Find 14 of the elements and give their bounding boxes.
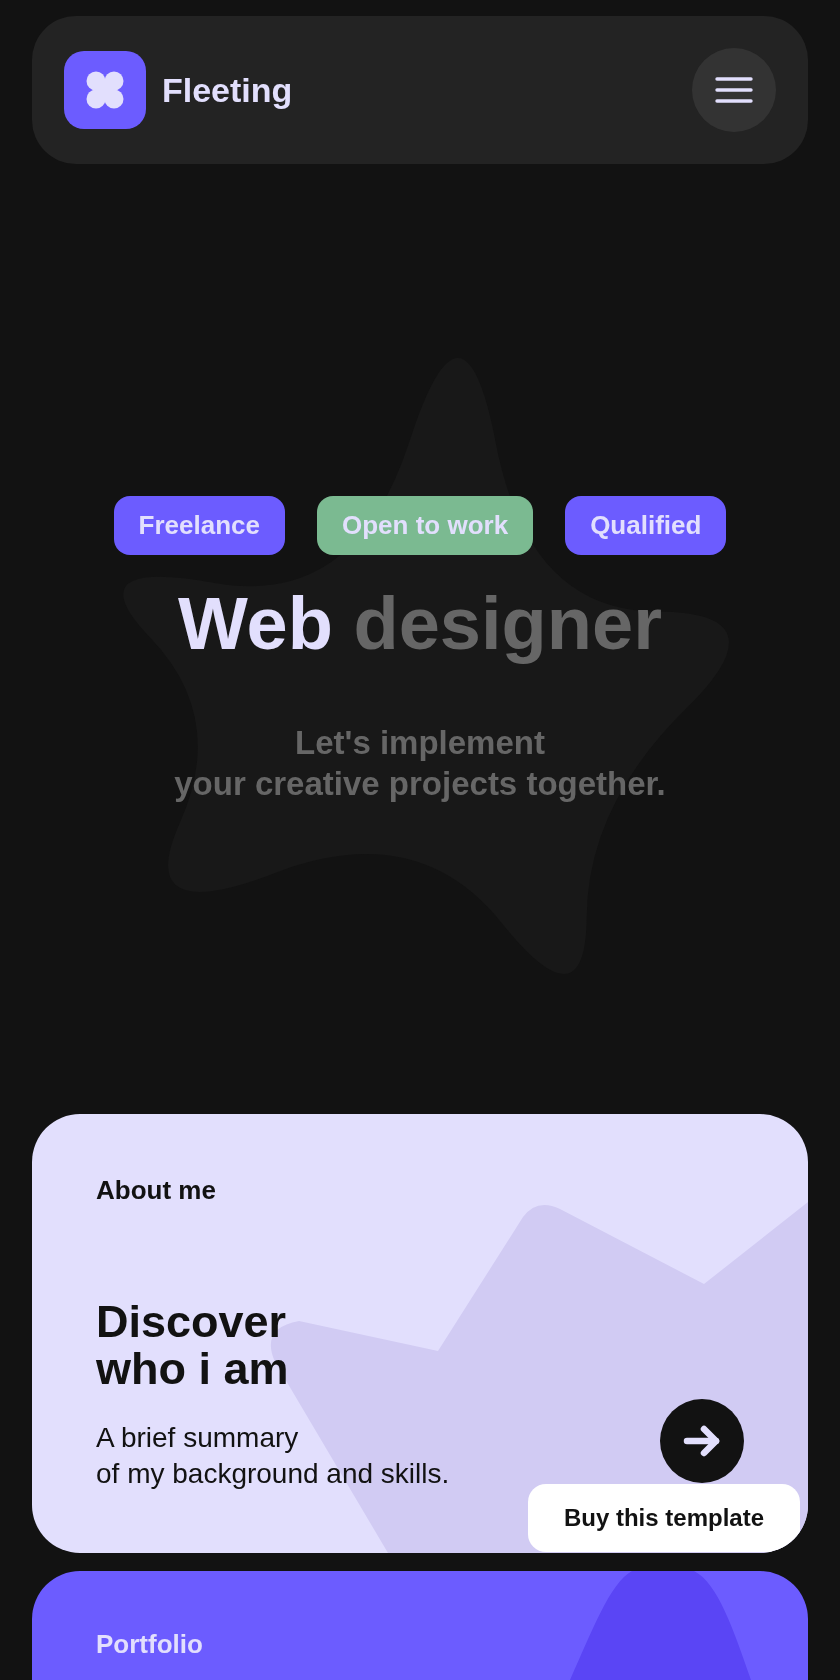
- hero-title: Web designer: [178, 582, 662, 666]
- tag-badge: Open to work: [317, 496, 534, 555]
- brand-name[interactable]: Fleeting: [162, 70, 293, 110]
- buy-template-button[interactable]: Buy this template: [527, 1484, 800, 1552]
- section-label: Portfolio: [96, 1629, 204, 1659]
- card-summary: A brief summary of my background and skills.: [96, 1421, 450, 1491]
- card-heading: Discover who i am: [96, 1298, 290, 1392]
- arrow-right-icon: [683, 1425, 721, 1457]
- tag-badge: Qualified: [565, 496, 727, 555]
- hero-subtitle: Let's implement your creative projects together.: [174, 723, 666, 804]
- tag-badge: Freelance: [113, 496, 285, 555]
- menu-icon: [715, 77, 753, 103]
- section-label: About me: [96, 1175, 217, 1205]
- flower-logo-icon[interactable]: [64, 51, 146, 129]
